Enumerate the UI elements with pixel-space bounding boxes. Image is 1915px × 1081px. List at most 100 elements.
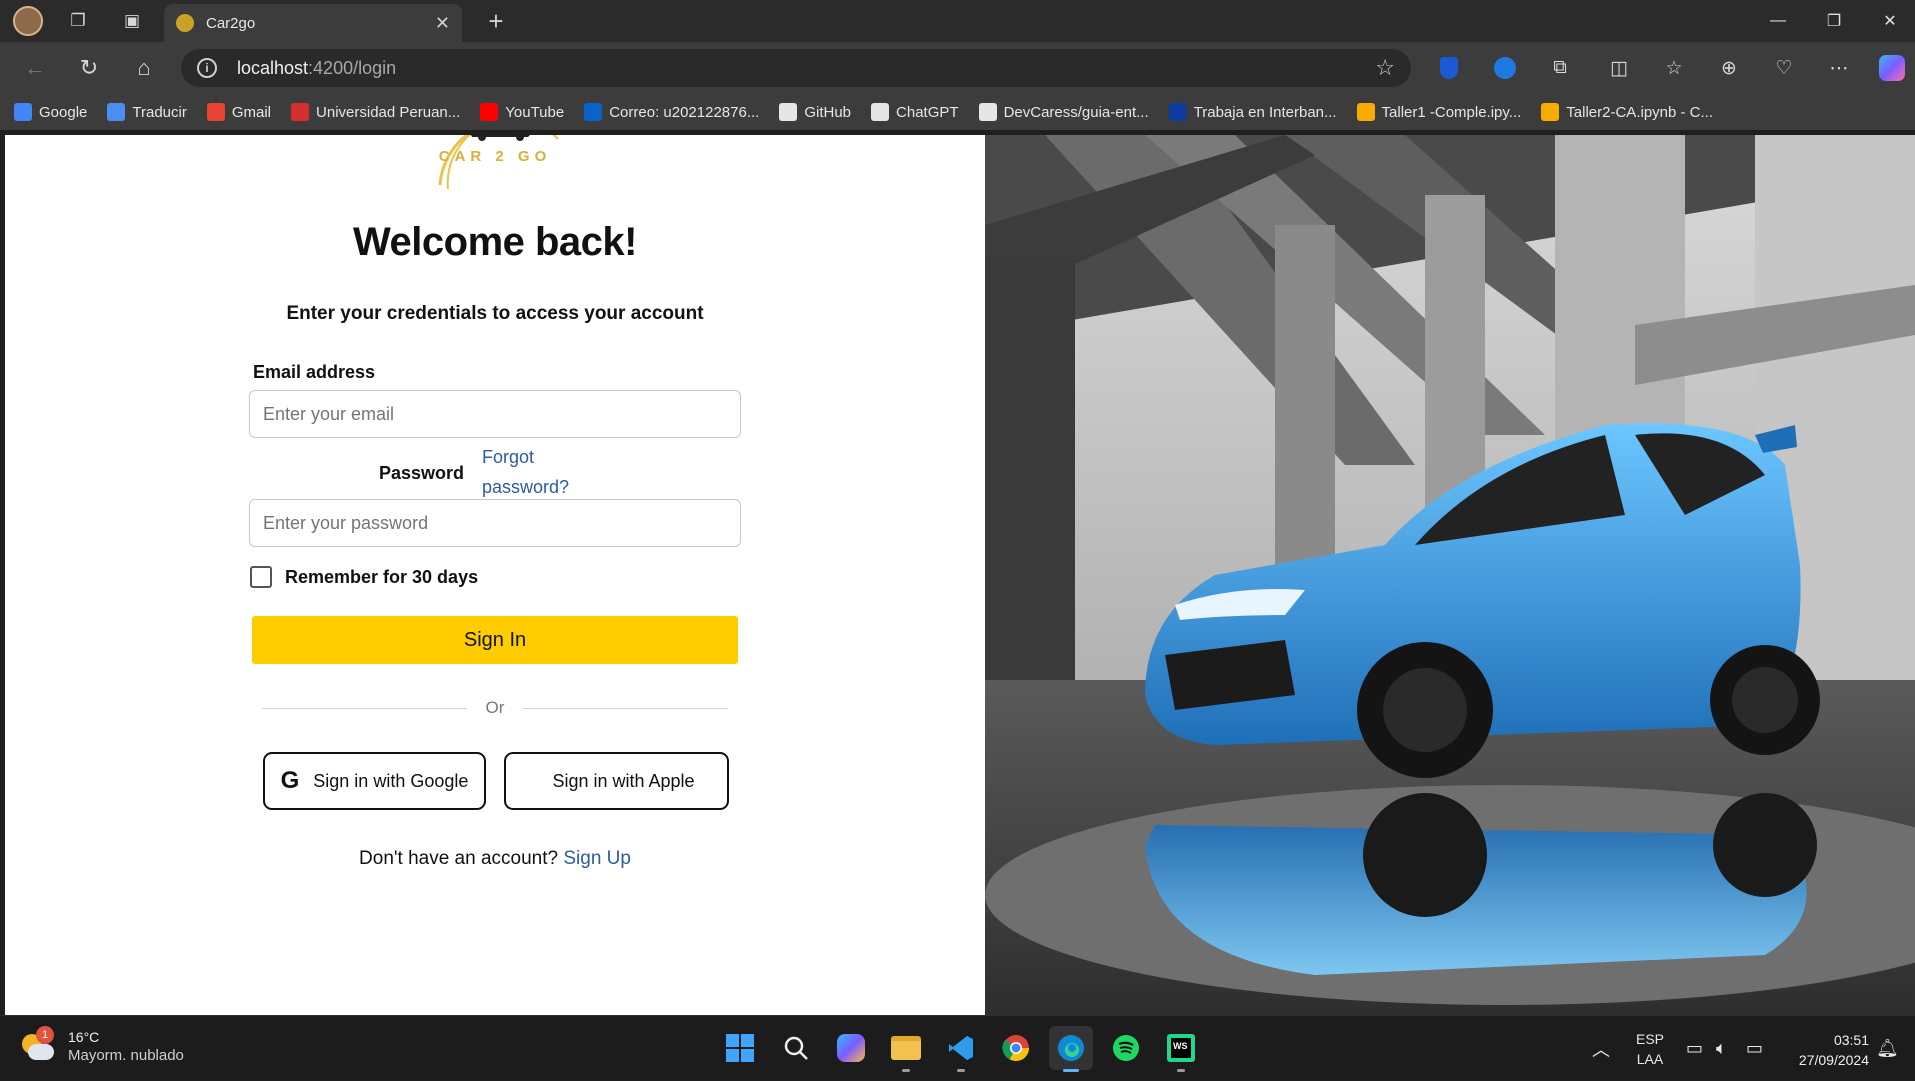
bitwarden-extension-icon[interactable] — [1422, 42, 1476, 94]
forgot-password-link[interactable]: Forgot password? — [482, 442, 602, 502]
settings-more-icon[interactable]: ⋯ — [1812, 42, 1866, 94]
or-separator: Or — [485, 698, 505, 717]
page-title: Welcome back! — [353, 220, 638, 264]
weather-temp: 16°C — [68, 1029, 100, 1045]
google-icon — [14, 103, 32, 121]
extension-blue-icon[interactable] — [1478, 42, 1532, 94]
input-language[interactable]: ESP LAA — [1636, 1016, 1664, 1081]
vscode-button[interactable] — [939, 1026, 983, 1072]
bookmark-item[interactable]: ChatGPT — [871, 103, 959, 121]
copilot-taskbar-button[interactable] — [829, 1026, 873, 1070]
network-icon[interactable]: ▭ — [1686, 1016, 1703, 1081]
search-icon — [784, 1036, 808, 1060]
bookmark-label: GitHub — [804, 103, 852, 121]
new-tab-button[interactable]: + — [480, 5, 512, 37]
start-button[interactable] — [718, 1026, 762, 1070]
back-button[interactable]: ← — [8, 42, 62, 94]
close-tab-icon[interactable]: ✕ — [435, 13, 450, 34]
page-viewport: CAR 2 GO Welcome back! Enter your creden… — [5, 135, 1915, 1015]
clock-date: 27/09/2024 — [1798, 1052, 1869, 1068]
bookmark-item[interactable]: DevCaress/guia-ent... — [978, 103, 1149, 121]
profile-avatar[interactable] — [8, 0, 48, 42]
reload-button[interactable]: ↻ — [62, 42, 116, 94]
folder-icon — [891, 1036, 921, 1060]
bookmark-item[interactable]: Gmail — [206, 103, 272, 121]
google-sign-in-button[interactable]: G Sign in with Google — [263, 752, 486, 810]
google-icon: G — [280, 767, 300, 794]
car2go-logo: CAR 2 GO — [438, 135, 559, 190]
copilot-taskbar-icon — [837, 1034, 865, 1062]
bookmark-label: ChatGPT — [896, 103, 959, 121]
notification-bell-icon[interactable]: 🔔︎ — [1876, 1016, 1899, 1081]
bookmark-item[interactable]: Google — [14, 103, 87, 121]
tab-title: Car2go — [206, 14, 256, 32]
webstorm-icon: WS — [1167, 1034, 1195, 1062]
bookmark-item[interactable]: YouTube — [480, 103, 564, 121]
google-sign-in-label: Sign in with Google — [313, 770, 469, 791]
language-code: ESP — [1636, 1030, 1665, 1047]
bookmark-label: Correo: u202122876... — [609, 103, 760, 121]
divider-right — [523, 708, 728, 709]
bookmark-item[interactable]: Universidad Peruan... — [291, 103, 460, 121]
bookmark-label: Google — [39, 103, 88, 121]
split-screen-icon[interactable]: ◫ — [1592, 42, 1646, 94]
github-icon — [779, 103, 798, 121]
battery-icon[interactable]: ▭ — [1746, 1016, 1763, 1081]
spotify-button[interactable] — [1104, 1026, 1148, 1070]
bookmark-item[interactable]: Taller2-CA.ipynb - C... — [1541, 103, 1713, 121]
chrome-icon — [1002, 1035, 1030, 1062]
signup-prompt-line: Don't have an account? Sign Up — [5, 848, 985, 870]
bookmarks-bar: Google Traducir Gmail Universidad Peruan...… — [0, 94, 1915, 130]
bookmark-label: Traducir — [132, 103, 187, 121]
colab-icon — [1356, 103, 1375, 121]
password-input[interactable] — [249, 499, 741, 547]
interbank-icon — [1168, 103, 1187, 121]
volume-icon[interactable]: 🔈︎ — [1716, 1016, 1727, 1081]
collections-icon[interactable]: ⊕ — [1702, 42, 1756, 94]
car2go-favicon-icon — [176, 14, 194, 32]
edge-button[interactable] — [1049, 1026, 1093, 1072]
favorites-icon[interactable]: ☆ — [1647, 42, 1701, 94]
system-clock[interactable]: 03:51 27/09/2024 — [1799, 1030, 1869, 1070]
vertical-tabs-icon[interactable]: ▣ — [112, 0, 152, 42]
remember-label: Remember for 30 days — [285, 567, 479, 587]
remember-checkbox[interactable] — [250, 566, 272, 588]
chrome-button[interactable] — [994, 1026, 1038, 1070]
bookmark-item[interactable]: Traducir — [107, 103, 187, 121]
logo-text: CAR 2 GO — [439, 148, 552, 165]
tab-car2go[interactable]: Car2go ✕ — [164, 4, 462, 42]
bookmark-label: YouTube — [505, 103, 565, 121]
extensions-puzzle-icon[interactable]: ⧉ — [1533, 42, 1587, 94]
page-subtitle: Enter your credentials to access your ac… — [286, 303, 704, 324]
hero-car-image — [985, 135, 1915, 1015]
site-info-icon[interactable]: i — [197, 58, 217, 78]
signup-link[interactable]: Sign Up — [563, 848, 631, 869]
weather-badge: 1 — [36, 1026, 54, 1044]
spotify-icon — [1113, 1035, 1139, 1061]
favorite-star-icon[interactable]: ☆ — [1375, 55, 1395, 81]
copilot-icon[interactable] — [1865, 42, 1915, 94]
browser-essentials-icon[interactable]: ♡ — [1757, 42, 1811, 94]
search-button[interactable] — [774, 1026, 818, 1070]
home-button[interactable]: ⌂ — [117, 42, 171, 94]
email-input[interactable] — [249, 390, 741, 438]
weather-widget[interactable]: 1 16°C Mayorm. nublado — [20, 1026, 184, 1066]
bookmark-item[interactable]: Correo: u202122876... — [584, 103, 759, 121]
bookmark-item[interactable]: Trabaja en Interban... — [1168, 103, 1337, 121]
workspaces-icon[interactable]: ❐ — [58, 0, 98, 42]
bookmark-item[interactable]: GitHub — [779, 103, 851, 121]
tray-overflow-chevron-icon[interactable]: ︿ — [1592, 1016, 1610, 1081]
sign-in-button[interactable]: Sign In — [252, 616, 738, 664]
bookmark-item[interactable]: Taller1 -Comple.ipy... — [1356, 103, 1521, 121]
restore-button[interactable]: ❐ — [1806, 0, 1862, 42]
github-icon — [978, 103, 997, 121]
close-window-button[interactable]: ✕ — [1862, 0, 1915, 42]
email-label: Email address — [253, 362, 376, 382]
minimize-button[interactable]: — — [1750, 0, 1806, 42]
webstorm-button[interactable]: WS — [1159, 1026, 1203, 1072]
browser-toolbar: ← ↻ ⌂ i localhost:4200/login ☆ ⧉ ◫ ☆ ⊕ ♡… — [0, 42, 1915, 94]
address-bar[interactable]: i localhost:4200/login ☆ — [181, 49, 1411, 87]
bookmark-label: Gmail — [231, 103, 272, 121]
apple-sign-in-button[interactable]: Sign in with Apple — [504, 752, 729, 810]
file-explorer-button[interactable] — [884, 1026, 928, 1072]
